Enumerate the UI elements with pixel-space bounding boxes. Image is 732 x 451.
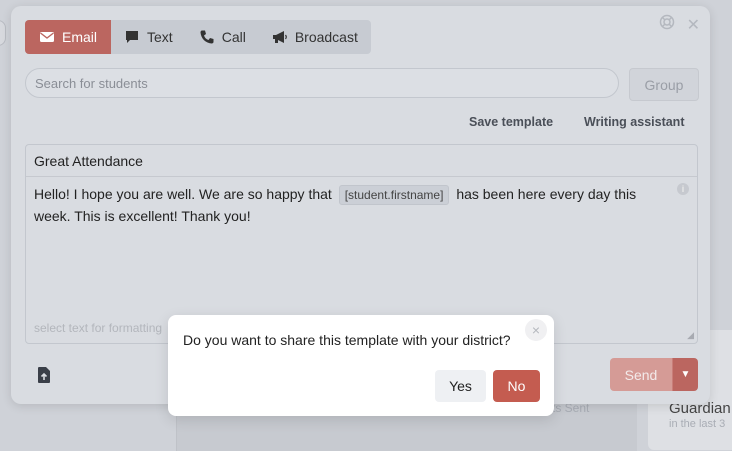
tab-broadcast-label: Broadcast (294, 29, 358, 45)
channel-tabs: Email Text Call Broadcast (25, 20, 371, 54)
body-text-start: Hello! I hope you are well. We are so ha… (34, 186, 332, 202)
dialog-message: Do you want to share this template with … (183, 332, 511, 348)
background-tab (0, 20, 6, 46)
share-template-dialog: × Do you want to share this template wit… (168, 315, 554, 416)
modal-top-icons: ✕ (659, 14, 700, 35)
help-lifebuoy-icon[interactable] (659, 14, 675, 35)
send-options-chevron-down-icon[interactable]: ▼ (672, 358, 698, 391)
message-body[interactable]: Hello! I hope you are well. We are so ha… (34, 183, 674, 227)
megaphone-icon (272, 29, 288, 45)
tab-text-label: Text (147, 29, 173, 45)
attach-file-icon[interactable] (38, 367, 50, 383)
tab-email[interactable]: Email (25, 20, 112, 54)
chat-bubble-icon (124, 29, 140, 45)
send-button-group: Send ▼ (610, 358, 698, 391)
formatting-hint: select text for formatting (34, 321, 163, 335)
phone-icon (199, 29, 215, 45)
tab-call-label: Call (221, 29, 246, 45)
close-dialog-icon[interactable]: × (525, 319, 547, 341)
send-button[interactable]: Send (610, 358, 672, 391)
message-editor[interactable]: Great Attendance Hello! I hope you are w… (25, 144, 698, 344)
subject-field[interactable]: Great Attendance (26, 145, 697, 177)
subject-text: Great Attendance (34, 152, 143, 169)
resize-handle-icon[interactable]: ◢ (687, 330, 694, 341)
writing-assistant-button[interactable]: Writing assistant (584, 115, 684, 129)
save-template-button[interactable]: Save template (469, 115, 553, 129)
tab-email-label: Email (62, 29, 98, 45)
student-search-input[interactable] (25, 68, 619, 98)
yes-button[interactable]: Yes (435, 370, 486, 402)
envelope-icon (39, 29, 55, 45)
tab-call[interactable]: Call (186, 20, 259, 54)
info-icon[interactable]: i (677, 183, 689, 195)
group-button[interactable]: Group (629, 68, 699, 101)
no-button[interactable]: No (493, 370, 540, 402)
tab-broadcast[interactable]: Broadcast (259, 20, 371, 54)
tab-text[interactable]: Text (111, 20, 186, 54)
variable-chip[interactable]: [student.firstname] (338, 185, 450, 205)
close-modal-icon[interactable]: ✕ (687, 15, 700, 35)
guardian-card-subtitle: in the last 3 (669, 418, 726, 430)
